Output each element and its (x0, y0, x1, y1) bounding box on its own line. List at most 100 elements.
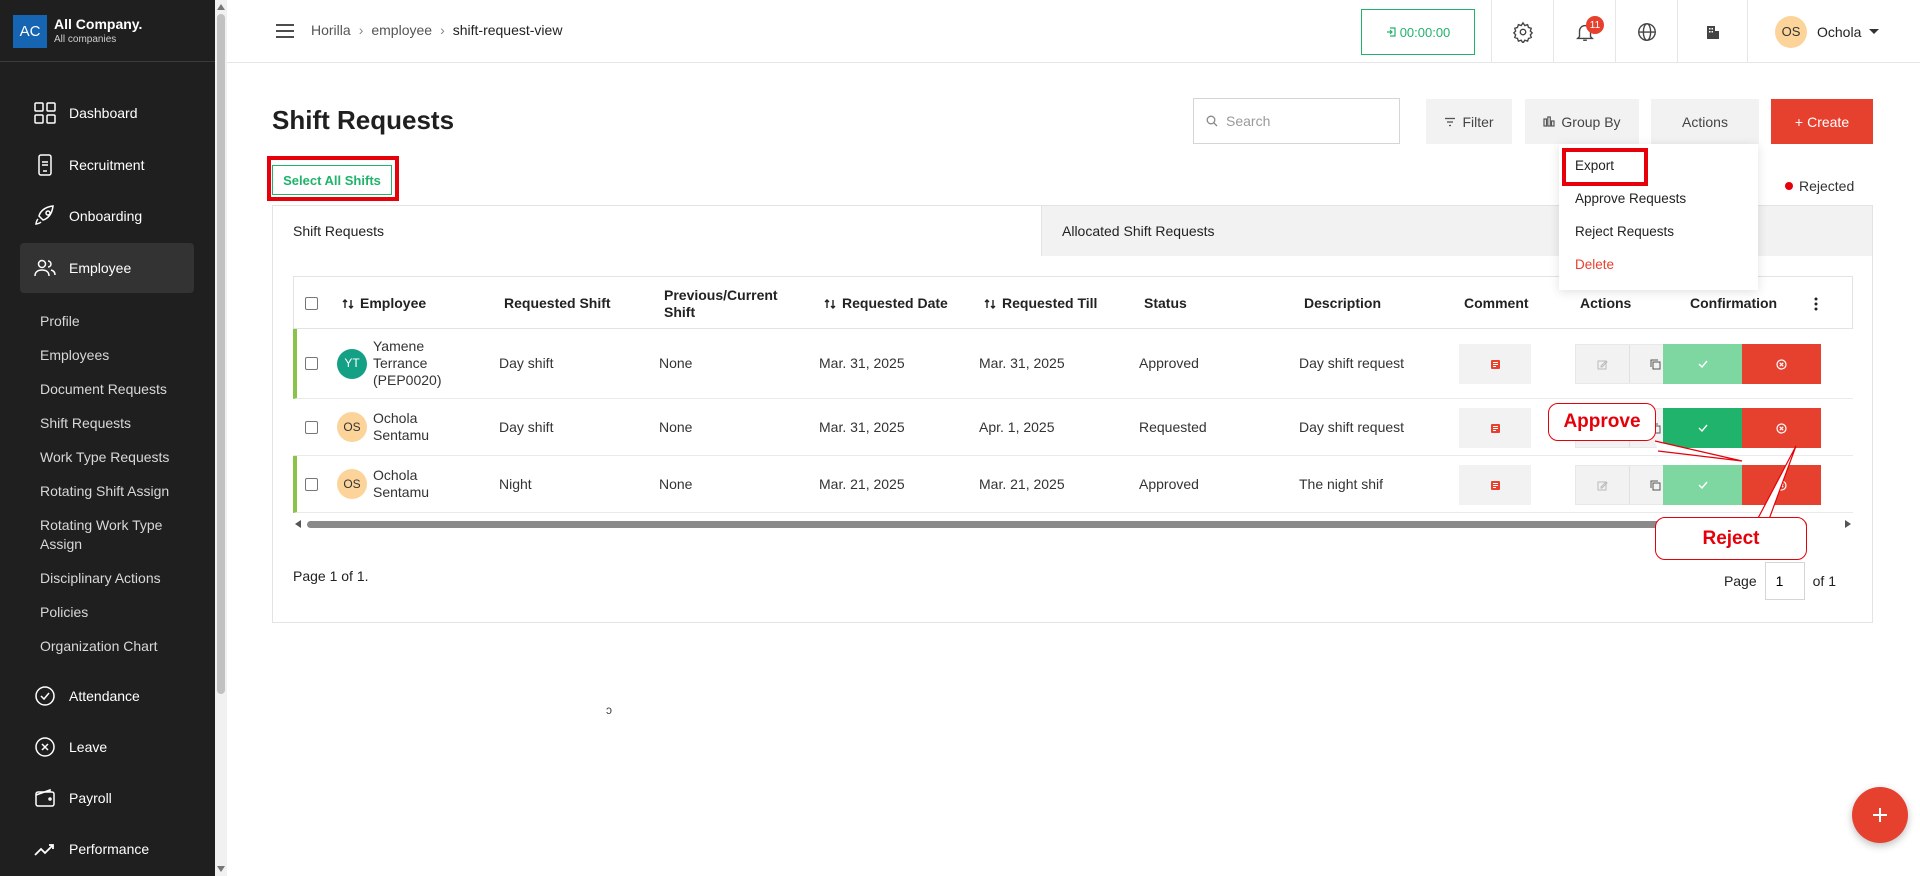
sidebar-item-payroll[interactable]: Payroll (20, 773, 194, 823)
language-button[interactable] (1615, 0, 1677, 63)
sidebar-subitem-disciplinary-actions[interactable]: Disciplinary Actions (40, 569, 205, 588)
group-by-button[interactable]: Group By (1525, 99, 1639, 144)
user-menu[interactable]: OS Ochola (1747, 0, 1920, 63)
sidebar-item-label: Dashboard (69, 105, 138, 121)
sidebar-subitem-document-requests[interactable]: Document Requests (40, 380, 205, 399)
page-scrollbar[interactable] (215, 0, 227, 876)
column-options-icon[interactable] (1814, 277, 1818, 330)
select-all-checkbox[interactable] (305, 277, 318, 330)
breadcrumb-item-home[interactable]: Horilla (311, 22, 351, 38)
sidebar-subitem-policies[interactable]: Policies (40, 603, 205, 622)
wallet-icon (33, 786, 57, 810)
menu-item-delete[interactable]: Delete (1575, 257, 1614, 272)
previous-shift-cell: None (659, 355, 693, 371)
scroll-down-arrow[interactable] (217, 866, 225, 872)
hamburger-menu-icon[interactable] (275, 22, 295, 40)
sidebar-item-label: Attendance (69, 688, 140, 704)
row-checkbox[interactable] (305, 399, 318, 455)
description-cell: The night shif (1299, 475, 1384, 492)
requested-shift-cell: Day shift (499, 418, 554, 435)
sidebar-subitem-rotating-work-type-assign[interactable]: Rotating Work Type Assign (40, 516, 190, 554)
column-header-description: Description (1304, 295, 1382, 311)
x-circle-icon (33, 735, 57, 759)
table-horizontal-scrollbar[interactable] (293, 518, 1853, 530)
company-button[interactable] (1677, 0, 1747, 63)
sidebar-subitem-employees[interactable]: Employees (40, 346, 205, 365)
sidebar-item-label: Onboarding (69, 208, 143, 224)
sidebar-item-attendance[interactable]: Attendance (20, 671, 194, 721)
reject-circle-icon (1776, 422, 1787, 434)
breadcrumb-item-module[interactable]: employee (371, 22, 432, 38)
approve-button[interactable] (1663, 408, 1742, 448)
edit-button[interactable] (1576, 345, 1629, 383)
shift-requests-table: Employee Requested Shift Previous/Curren… (293, 276, 1853, 518)
column-header-requested-date[interactable]: Requested Date (824, 277, 948, 330)
sidebar-item-label: Performance (69, 841, 150, 857)
scroll-left-arrow[interactable] (295, 520, 301, 528)
reject-button[interactable] (1742, 465, 1821, 505)
reject-button[interactable] (1742, 408, 1821, 448)
check-icon (1698, 481, 1708, 489)
column-header-requested-till[interactable]: Requested Till (984, 277, 1097, 330)
actions-dropdown-button[interactable]: Actions (1651, 99, 1759, 144)
column-header-employee[interactable]: Employee (342, 277, 426, 330)
employee-cell: OS Ochola Sentamu (337, 456, 467, 512)
settings-button[interactable] (1491, 0, 1553, 63)
column-label: Employee (360, 295, 427, 311)
reject-button[interactable] (1742, 344, 1821, 384)
approve-button[interactable] (1663, 465, 1742, 505)
edit-icon (1597, 480, 1608, 491)
rocket-icon (33, 204, 57, 228)
edit-button[interactable] (1576, 466, 1629, 504)
approve-button[interactable] (1663, 344, 1742, 384)
comment-button[interactable] (1459, 408, 1531, 448)
pagination-info: Page 1 of 1. (293, 568, 369, 584)
sidebar-item-employee[interactable]: Employee (20, 243, 194, 293)
create-button[interactable]: + Create (1771, 99, 1873, 144)
table-row[interactable]: OS Ochola Sentamu Night None Mar. 21, 20… (293, 456, 1853, 513)
menu-item-approve-requests[interactable]: Approve Requests (1575, 191, 1686, 206)
row-checkbox[interactable] (305, 456, 318, 512)
scroll-right-arrow[interactable] (1845, 520, 1851, 528)
scrollbar-thumb[interactable] (307, 521, 1807, 528)
sidebar-item-onboarding[interactable]: Onboarding (20, 191, 194, 241)
sidebar-subitem-profile[interactable]: Profile (40, 312, 205, 331)
company-switcher[interactable]: AC All Company. All companies (0, 0, 215, 62)
sidebar-item-performance[interactable]: Performance (20, 824, 194, 874)
requested-till-cell: Apr. 1, 2025 (979, 418, 1055, 435)
scroll-up-arrow[interactable] (217, 4, 225, 10)
sidebar-item-recruitment[interactable]: Recruitment (20, 140, 194, 190)
top-header: Horilla › employee › shift-request-view … (227, 0, 1920, 63)
requested-shift-cell: Night (499, 475, 532, 492)
notifications-button[interactable]: 11 (1553, 0, 1615, 63)
employee-cell: OS Ochola Sentamu (337, 399, 467, 455)
sort-icon (984, 298, 996, 310)
select-all-highlight-box (267, 156, 399, 201)
sidebar-item-dashboard[interactable]: Dashboard (20, 88, 194, 138)
table-row[interactable]: YT Yamene Terrance (PEP0020) Day shift N… (293, 329, 1853, 399)
comment-button[interactable] (1459, 344, 1531, 384)
sidebar-subitem-rotating-shift-assign[interactable]: Rotating Shift Assign (40, 482, 205, 501)
search-input[interactable] (1226, 113, 1386, 129)
search-box[interactable] (1193, 98, 1400, 144)
comment-button[interactable] (1459, 465, 1531, 505)
sidebar-item-leave[interactable]: Leave (20, 722, 194, 772)
menu-item-reject-requests[interactable]: Reject Requests (1575, 224, 1674, 239)
requested-date-cell: Mar. 31, 2025 (819, 355, 905, 371)
company-logo: AC (13, 15, 47, 48)
sidebar-subitem-organization-chart[interactable]: Organization Chart (40, 637, 205, 656)
people-icon (33, 256, 57, 280)
sidebar-subitem-work-type-requests[interactable]: Work Type Requests (40, 448, 205, 467)
copy-icon (1650, 480, 1661, 491)
row-checkbox[interactable] (305, 329, 318, 398)
scrollbar-thumb[interactable] (217, 14, 225, 694)
loading-cursor-icon: ɔ (606, 703, 612, 717)
floating-add-button[interactable] (1852, 787, 1908, 843)
filter-button[interactable]: Filter (1426, 99, 1512, 144)
tab-shift-requests[interactable]: Shift Requests (273, 206, 1041, 256)
page-number-input[interactable] (1764, 562, 1805, 600)
previous-shift-cell: None (659, 418, 693, 435)
clock-in-button[interactable]: 00:00:00 (1361, 9, 1475, 55)
sort-icon (342, 298, 354, 310)
sidebar-subitem-shift-requests[interactable]: Shift Requests (40, 414, 205, 433)
